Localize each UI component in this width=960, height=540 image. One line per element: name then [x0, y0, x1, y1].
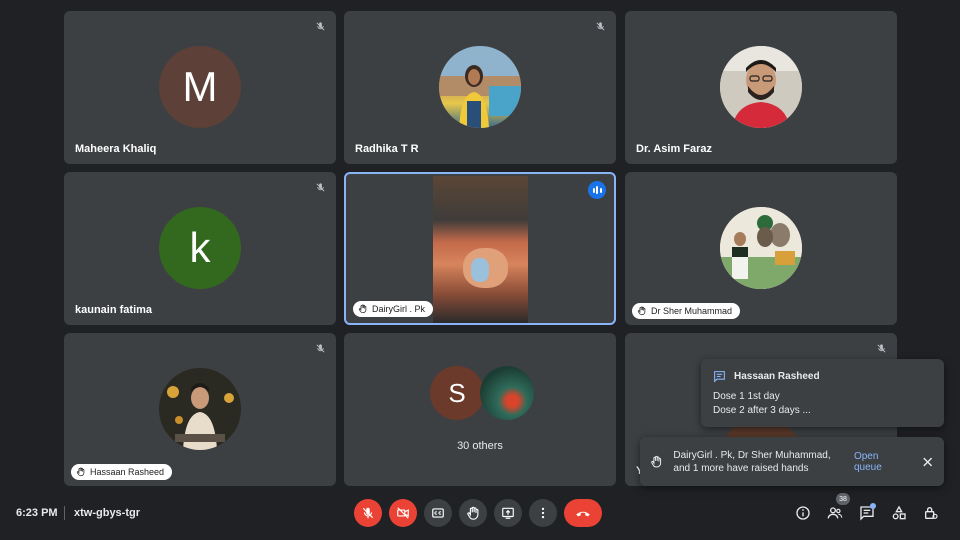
info-icon	[796, 506, 810, 520]
mic-off-icon	[312, 179, 328, 195]
raised-hands-notification: DairyGirl . Pk, Dr Sher Muhammad, and 1 …	[640, 437, 944, 486]
avatar: S	[430, 366, 484, 420]
meeting-details-button[interactable]	[794, 504, 812, 522]
raised-hand-icon	[651, 455, 662, 468]
video-mask	[471, 258, 489, 282]
open-queue-button[interactable]: Open queue	[854, 451, 907, 473]
chat-sender: Hassaan Rasheed	[734, 371, 820, 382]
more-vert-icon	[541, 507, 545, 519]
lock-person-icon	[925, 507, 938, 519]
camera-toggle-button[interactable]	[389, 499, 417, 527]
raised-hand-icon	[76, 467, 85, 477]
participant-name: DairyGirl . Pk	[372, 304, 426, 314]
avatar-initial: k	[189, 224, 211, 271]
host-controls-button[interactable]	[922, 504, 940, 522]
mic-off-icon	[362, 507, 374, 519]
bottom-control-bar: 6:23 PM xtw-gbys-tgr 38	[0, 488, 960, 540]
camera-off-icon	[397, 507, 409, 519]
chat-notification[interactable]: Hassaan Rasheed Dose 1 1st day Dose 2 af…	[701, 359, 944, 427]
mic-off-icon	[873, 340, 889, 356]
mic-off-icon	[312, 18, 328, 34]
activities-button[interactable]	[890, 504, 908, 522]
name-pill: Dr Sher Muhammad	[632, 303, 741, 319]
captions-button[interactable]	[424, 499, 452, 527]
participant-tile-asim[interactable]: Dr. Asim Faraz	[625, 11, 897, 164]
meeting-time: 6:23 PM	[16, 507, 58, 519]
unread-indicator	[870, 503, 876, 509]
avatar-photo	[439, 46, 521, 128]
speaking-indicator-icon	[588, 181, 606, 199]
chat-message-line-1: Dose 1 1st day	[713, 391, 780, 402]
avatar-initial: M	[182, 63, 218, 110]
raised-hand-icon	[637, 306, 646, 316]
present-screen-button[interactable]	[494, 499, 522, 527]
captions-icon	[432, 508, 444, 518]
leave-call-button[interactable]	[564, 499, 602, 527]
participant-tile-kaunain[interactable]: k kaunain fatima	[64, 172, 336, 325]
participant-name: Maheera Khaliq	[75, 143, 157, 155]
avatar-photo	[480, 366, 534, 420]
people-icon	[827, 507, 843, 519]
avatar: k	[159, 207, 241, 289]
participant-tile-maheera[interactable]: M Maheera Khaliq	[64, 11, 336, 164]
name-pill: DairyGirl . Pk	[353, 301, 434, 317]
activities-icon	[892, 505, 906, 520]
raise-hand-icon	[466, 506, 478, 520]
participant-name: Dr. Asim Faraz	[636, 143, 713, 155]
microphone-toggle-button[interactable]	[354, 499, 382, 527]
participant-tile-others[interactable]: S 30 others	[344, 333, 616, 486]
participant-name: Radhika T R	[355, 143, 419, 155]
participant-name: Hassaan Rasheed	[90, 467, 165, 477]
raise-hand-button[interactable]	[459, 499, 487, 527]
present-screen-icon	[502, 507, 514, 519]
chat-message-line-2: Dose 2 after 3 days ...	[713, 405, 811, 416]
avatar-initial: S	[448, 377, 466, 408]
others-count-label: 30 others	[457, 440, 503, 452]
participant-name: Dr Sher Muhammad	[651, 306, 733, 316]
participant-tile-sher[interactable]: Dr Sher Muhammad	[625, 172, 897, 325]
avatar-photo	[159, 368, 241, 450]
phone-hangup-icon	[576, 511, 590, 517]
raised-hand-icon	[358, 304, 367, 314]
participants-button[interactable]	[826, 504, 844, 522]
raised-hands-message: DairyGirl . Pk, Dr Sher Muhammad, and 1 …	[673, 449, 831, 474]
more-options-button[interactable]	[529, 499, 557, 527]
avatar-photo	[720, 207, 802, 289]
participant-count-badge: 38	[836, 493, 850, 505]
divider	[64, 506, 65, 520]
name-pill: Hassaan Rasheed	[71, 464, 173, 480]
chat-message-icon	[714, 371, 725, 383]
close-icon[interactable]	[921, 455, 934, 469]
participant-tile-dairygirl[interactable]: DairyGirl . Pk	[344, 172, 616, 325]
participant-tile-radhika[interactable]: Radhika T R	[344, 11, 616, 164]
avatar-photo	[720, 46, 802, 128]
mic-off-icon	[312, 340, 328, 356]
participant-name: kaunain fatima	[75, 304, 153, 316]
participant-tile-hassaan[interactable]: Hassaan Rasheed	[64, 333, 336, 486]
video-feed	[433, 176, 528, 323]
mic-off-icon	[592, 18, 608, 34]
avatar: M	[159, 46, 241, 128]
meeting-code: xtw-gbys-tgr	[74, 507, 140, 519]
